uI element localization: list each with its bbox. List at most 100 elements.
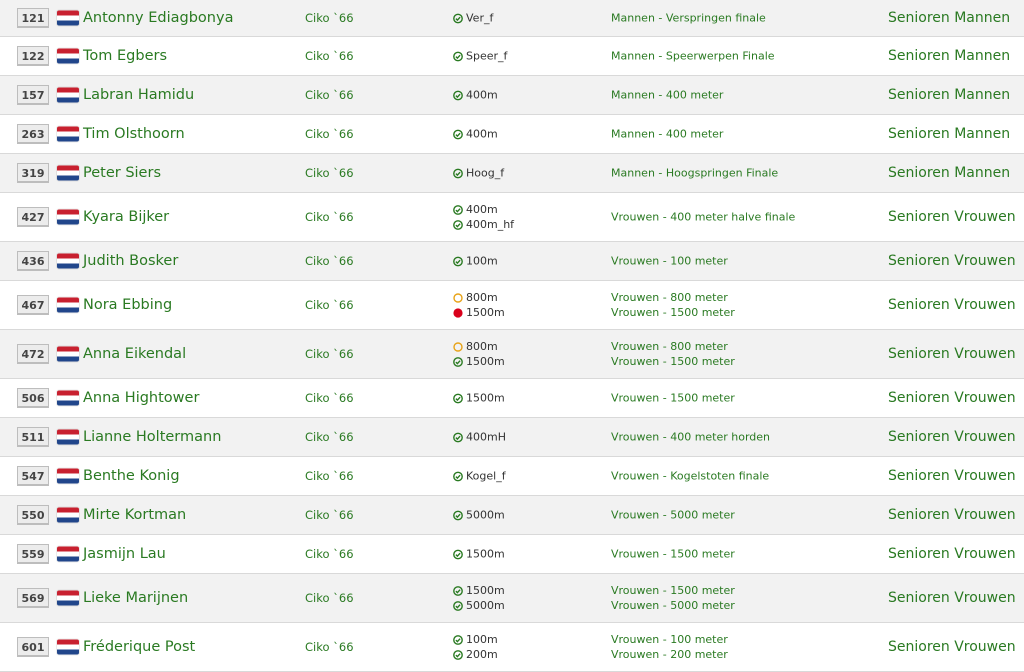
event-description[interactable]: Vrouwen - 200 meter xyxy=(611,648,728,661)
table-row[interactable]: 436 Judith Bosker Ciko `66 100m Vrouwen - 10… xyxy=(0,242,1024,281)
event-code-item: Speer_f xyxy=(453,50,507,63)
event-descriptions: Mannen - Speerwerpen Finale xyxy=(611,50,775,63)
event-code: 100m xyxy=(466,254,498,268)
event-description[interactable]: Vrouwen - Kogelstoten finale xyxy=(611,470,769,483)
event-code-item: 800m xyxy=(453,291,505,304)
category-link[interactable]: Senioren Mannen xyxy=(888,165,1010,181)
table-row[interactable]: 511 Lianne Holtermann Ciko `66 400mH Vrouwen… xyxy=(0,418,1024,457)
event-code: 1500m xyxy=(466,391,505,405)
category-link[interactable]: Senioren Vrouwen xyxy=(888,346,1016,362)
athlete-name-link[interactable]: Antonny Ediagbonya xyxy=(83,10,233,26)
bib-number: 547 xyxy=(17,466,49,486)
event-description[interactable]: Mannen - 400 meter xyxy=(611,89,723,102)
event-code-item: 100m xyxy=(453,255,498,268)
category-link[interactable]: Senioren Vrouwen xyxy=(888,429,1016,445)
event-code: 400m xyxy=(466,127,498,141)
category-link[interactable]: Senioren Mannen xyxy=(888,10,1010,26)
event-descriptions: Vrouwen - 400 meter halve finale xyxy=(611,211,795,224)
category-link[interactable]: Senioren Vrouwen xyxy=(888,507,1016,523)
event-codes: 100m xyxy=(453,255,498,268)
athlete-name-link[interactable]: Mirte Kortman xyxy=(83,507,186,523)
event-description[interactable]: Vrouwen - 5000 meter xyxy=(611,509,735,522)
category-link[interactable]: Senioren Vrouwen xyxy=(888,546,1016,562)
table-row[interactable]: 506 Anna Hightower Ciko `66 1500m Vrouwen - … xyxy=(0,379,1024,418)
event-description[interactable]: Vrouwen - 1500 meter xyxy=(611,392,735,405)
event-descriptions: Mannen - Verspringen finale xyxy=(611,12,766,25)
athlete-name-link[interactable]: Fréderique Post xyxy=(83,639,195,655)
event-descriptions: Vrouwen - 100 meter xyxy=(611,255,728,268)
event-description[interactable]: Mannen - 400 meter xyxy=(611,128,723,141)
table-row[interactable]: 121 Antonny Ediagbonya Ciko `66 Ver_f Mannen… xyxy=(0,0,1024,37)
table-row[interactable]: 263 Tim Olsthoorn Ciko `66 400m Mannen - 400… xyxy=(0,115,1024,154)
category-link[interactable]: Senioren Vrouwen xyxy=(888,297,1016,313)
category-link[interactable]: Senioren Vrouwen xyxy=(888,209,1016,225)
check-circle-icon xyxy=(453,90,463,100)
netherlands-flag-icon xyxy=(57,390,79,406)
category-link[interactable]: Senioren Mannen xyxy=(888,87,1010,103)
table-row[interactable]: 427 Kyara Bijker Ciko `66 400m 400m_hf Vrouwe… xyxy=(0,193,1024,242)
athlete-name-link[interactable]: Anna Eikendal xyxy=(83,346,186,362)
netherlands-flag-icon xyxy=(57,468,79,484)
netherlands-flag-icon xyxy=(57,590,79,606)
athlete-name-link[interactable]: Jasmijn Lau xyxy=(83,546,166,562)
event-description[interactable]: Vrouwen - 400 meter horden xyxy=(611,431,770,444)
club-name: Ciko `66 xyxy=(305,88,354,102)
bib-number: 559 xyxy=(17,544,49,564)
event-description[interactable]: Vrouwen - 100 meter xyxy=(611,633,728,646)
event-code: 5000m xyxy=(466,599,505,612)
event-description[interactable]: Vrouwen - 1500 meter xyxy=(611,355,735,368)
table-row[interactable]: 550 Mirte Kortman Ciko `66 5000m Vrouwen - 5… xyxy=(0,496,1024,535)
event-descriptions: Mannen - 400 meter xyxy=(611,89,723,102)
bib-number: 467 xyxy=(17,295,49,315)
category-link[interactable]: Senioren Vrouwen xyxy=(888,639,1016,655)
event-description[interactable]: Vrouwen - 400 meter halve finale xyxy=(611,211,795,224)
event-description[interactable]: Vrouwen - 1500 meter xyxy=(611,306,735,319)
table-row[interactable]: 601 Fréderique Post Ciko `66 100m 200m Vrouwe… xyxy=(0,623,1024,672)
event-code: 800m xyxy=(466,340,498,353)
athlete-name-link[interactable]: Peter Siers xyxy=(83,165,161,181)
check-circle-icon xyxy=(453,634,463,645)
event-description[interactable]: Vrouwen - 800 meter xyxy=(611,340,735,353)
category-link[interactable]: Senioren Vrouwen xyxy=(888,468,1016,484)
event-description[interactable]: Mannen - Speerwerpen Finale xyxy=(611,50,775,63)
athlete-name-link[interactable]: Lianne Holtermann xyxy=(83,429,221,445)
athlete-name-link[interactable]: Labran Hamidu xyxy=(83,87,194,103)
category-link[interactable]: Senioren Mannen xyxy=(888,126,1010,142)
netherlands-flag-icon xyxy=(57,546,79,562)
table-row[interactable]: 559 Jasmijn Lau Ciko `66 1500m Vrouwen - 150… xyxy=(0,535,1024,574)
check-circle-icon xyxy=(453,549,463,559)
athlete-name-link[interactable]: Judith Bosker xyxy=(83,253,178,269)
check-circle-icon xyxy=(453,356,463,367)
table-row[interactable]: 472 Anna Eikendal Ciko `66 800m 1500m Vrouwen… xyxy=(0,330,1024,379)
category-link[interactable]: Senioren Vrouwen xyxy=(888,390,1016,406)
table-row[interactable]: 569 Lieke Marijnen Ciko `66 1500m 5000m Vrouw… xyxy=(0,574,1024,623)
athlete-name-link[interactable]: Benthe Konig xyxy=(83,468,180,484)
event-code: 800m xyxy=(466,291,498,304)
event-description[interactable]: Vrouwen - 1500 meter xyxy=(611,548,735,561)
category-link[interactable]: Senioren Vrouwen xyxy=(888,590,1016,606)
category-link[interactable]: Senioren Vrouwen xyxy=(888,253,1016,269)
table-row[interactable]: 547 Benthe Konig Ciko `66 Kogel_f Vrouwen - … xyxy=(0,457,1024,496)
table-row[interactable]: 157 Labran Hamidu Ciko `66 400m Mannen - 400… xyxy=(0,76,1024,115)
athlete-name-link[interactable]: Nora Ebbing xyxy=(83,297,172,313)
table-row[interactable]: 467 Nora Ebbing Ciko `66 800m 1500m Vrouwen -… xyxy=(0,281,1024,330)
event-codes: Ver_f xyxy=(453,12,493,25)
athlete-name-link[interactable]: Lieke Marijnen xyxy=(83,590,188,606)
netherlands-flag-icon xyxy=(57,297,79,313)
event-description[interactable]: Mannen - Hoogspringen Finale xyxy=(611,167,778,180)
event-description[interactable]: Mannen - Verspringen finale xyxy=(611,12,766,25)
event-code-item: Kogel_f xyxy=(453,470,506,483)
event-descriptions: Vrouwen - Kogelstoten finale xyxy=(611,470,769,483)
club-name: Ciko `66 xyxy=(305,298,354,312)
athlete-name-link[interactable]: Tom Egbers xyxy=(83,48,167,64)
table-row[interactable]: 122 Tom Egbers Ciko `66 Speer_f Mannen - Spe… xyxy=(0,37,1024,76)
event-description[interactable]: Vrouwen - 800 meter xyxy=(611,291,735,304)
athlete-name-link[interactable]: Kyara Bijker xyxy=(83,209,169,225)
athlete-name-link[interactable]: Tim Olsthoorn xyxy=(83,126,185,142)
event-description[interactable]: Vrouwen - 1500 meter xyxy=(611,584,735,597)
event-description[interactable]: Vrouwen - 100 meter xyxy=(611,255,728,268)
athlete-name-link[interactable]: Anna Hightower xyxy=(83,390,199,406)
event-description[interactable]: Vrouwen - 5000 meter xyxy=(611,599,735,612)
category-link[interactable]: Senioren Mannen xyxy=(888,48,1010,64)
table-row[interactable]: 319 Peter Siers Ciko `66 Hoog_f Mannen - Hoo… xyxy=(0,154,1024,193)
